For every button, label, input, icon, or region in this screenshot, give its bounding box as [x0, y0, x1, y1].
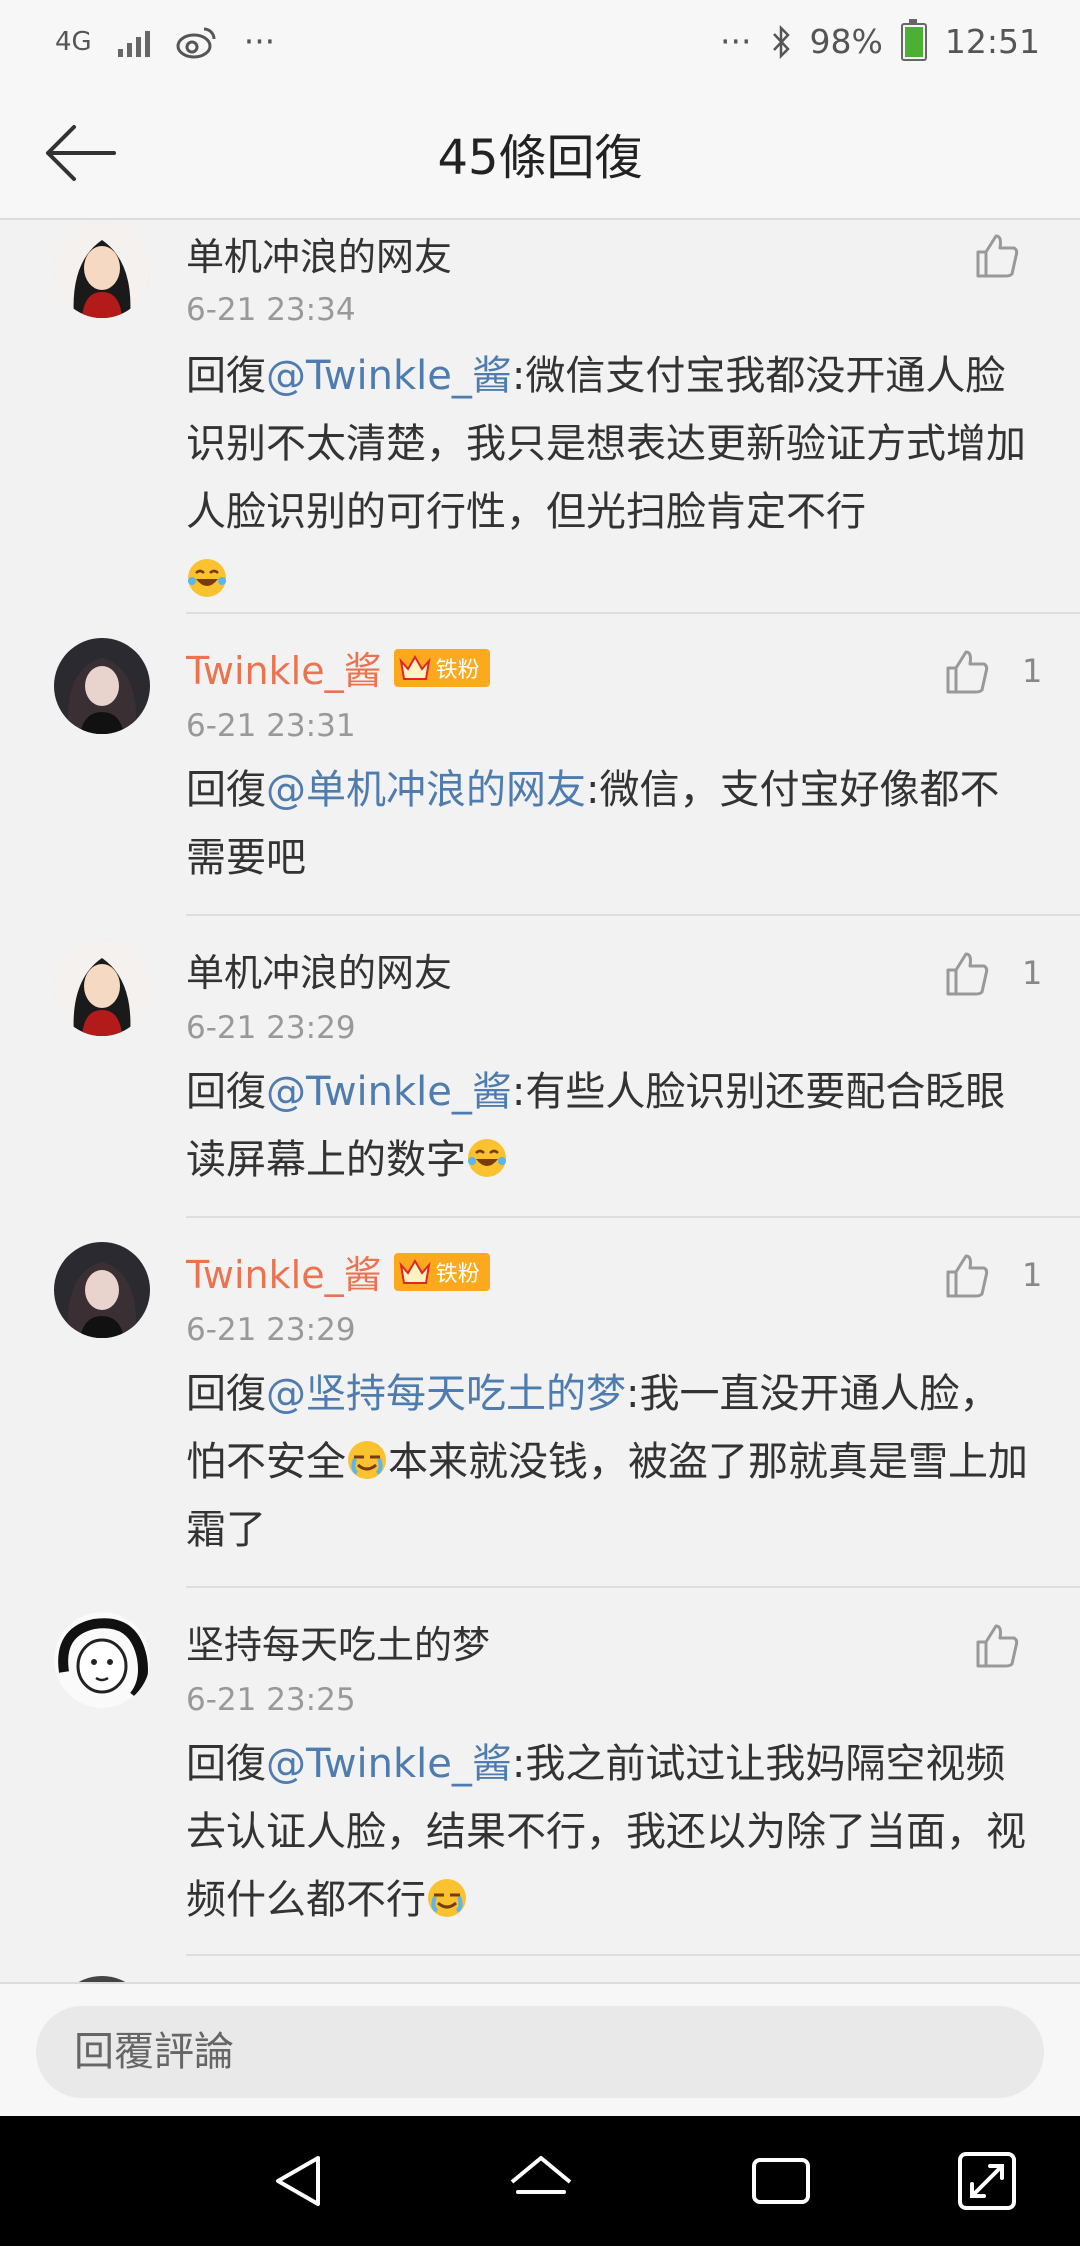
battery-percent: 98% [809, 22, 883, 61]
badge-label: 铁粉 [435, 657, 480, 683]
mention-link[interactable]: @Twinkle_酱 [266, 1741, 512, 1787]
comment-item: 单机冲浪的网友 6-21 23:34 回復@Twinkle_酱:微信支付宝我都没… [0, 220, 1080, 614]
username[interactable]: 单机冲浪的网友 [186, 226, 452, 281]
divider [186, 1954, 1080, 1956]
username[interactable]: Twinkle_酱 铁粉 [186, 1244, 490, 1299]
like-count: 1 [1022, 652, 1043, 690]
comment-time: 6-21 23:25 [186, 1682, 356, 1718]
weibo-icon [176, 27, 216, 58]
avatar[interactable] [54, 1612, 150, 1708]
comment-time: 6-21 23:29 [186, 1312, 356, 1348]
network-type: 4G [55, 26, 92, 57]
battery-icon [900, 18, 927, 61]
like-button[interactable]: 1 [942, 1250, 1042, 1300]
reply-prefix: 回復 [186, 767, 266, 813]
comment-time: 6-21 23:29 [186, 1010, 356, 1046]
crown-icon [399, 654, 431, 680]
username[interactable]: 坚持每天吃土的梦 [186, 1614, 490, 1669]
like-button[interactable]: 1 [942, 948, 1042, 998]
bluetooth-icon [772, 24, 790, 59]
comment-item: Twinkle_酱 铁粉 6-21 23:31 回復@单机冲浪的网友:微信，支付… [0, 616, 1080, 916]
comment-text: 回復@坚持每天吃土的梦:我一直没开通人脸，怕不安全 本来就没钱，被盗了那就真是雪上… [186, 1360, 1036, 1564]
mention-link[interactable]: @Twinkle_酱 [266, 353, 512, 399]
like-button[interactable]: 1 [942, 646, 1042, 696]
like-count: 1 [1022, 954, 1043, 992]
username-text[interactable]: 坚持每天吃土的梦 [186, 1614, 490, 1669]
username-text[interactable]: Twinkle_酱 [186, 1244, 382, 1299]
username-text[interactable]: 单机冲浪的网友 [186, 226, 452, 281]
mention-link[interactable]: @坚持每天吃土的梦 [266, 1371, 626, 1417]
like-icon[interactable] [972, 1620, 1022, 1670]
back-triangle-icon[interactable] [264, 2146, 334, 2216]
comment-text: 回復@Twinkle_酱:有些人脸识别还要配合眨眼读屏幕上的数字 [186, 1058, 1036, 1194]
comment-list[interactable]: 单机冲浪的网友 6-21 23:34 回復@Twinkle_酱:微信支付宝我都没… [0, 220, 1080, 1982]
system-nav-bar [0, 2116, 1080, 2246]
like-icon[interactable] [972, 230, 1022, 280]
more-notifications-icon: ··· [243, 22, 276, 61]
comment-item: 坚持每天吃土的梦 6-21 23:25 回復@Twinkle_酱:我之前试过让我… [0, 1590, 1080, 1956]
reply-input[interactable]: 回覆評論 [36, 2006, 1044, 2098]
comment-time: 6-21 23:31 [186, 708, 356, 744]
username[interactable]: Twinkle_酱 铁粉 [186, 640, 490, 695]
crying-laughing-emoji-icon [428, 1879, 466, 1917]
expand-screen-icon[interactable] [952, 2146, 1022, 2216]
laughing-emoji-icon [468, 1139, 506, 1177]
divider [186, 1586, 1080, 1588]
clock: 12:51 [944, 22, 1040, 61]
avatar[interactable] [54, 1242, 150, 1338]
crying-laughing-emoji-icon [348, 1441, 386, 1479]
fan-badge[interactable]: 铁粉 [393, 1252, 490, 1291]
badge-label: 铁粉 [435, 1261, 480, 1287]
like-icon[interactable] [942, 948, 992, 998]
page-title: 45條回復 [437, 130, 643, 186]
reply-prefix: 回復 [186, 1069, 266, 1115]
laughing-emoji-icon [188, 559, 226, 597]
reply-prefix: 回復 [186, 353, 266, 399]
recents-icon[interactable] [746, 2146, 816, 2216]
more-status-icon: ··· [720, 22, 752, 61]
comment-time: 6-21 23:34 [186, 292, 356, 328]
comment-item: Twinkle_酱 铁粉 6-21 23:29 回復@坚持每天吃土的梦:我一直没… [0, 1220, 1080, 1588]
signal-icon [117, 27, 150, 57]
crown-icon [399, 1258, 431, 1284]
username-text[interactable]: 单机冲浪的网友 [186, 942, 452, 997]
divider [186, 914, 1080, 916]
reply-prefix: 回復 [186, 1371, 266, 1417]
username-text[interactable]: Twinkle_酱 [186, 640, 382, 695]
comment-text: 回復@单机冲浪的网友:微信，支付宝好像都不需要吧 [186, 756, 1036, 892]
status-bar: 4G ··· ··· 98% 12:51 [0, 0, 1080, 90]
mention-link[interactable]: @单机冲浪的网友 [266, 767, 586, 813]
username[interactable]: 单机冲浪的网友 [186, 942, 452, 997]
comment-text: 回復@Twinkle_酱:我之前试过让我妈隔空视频去认证人脸，结果不行，我还以为… [186, 1730, 1036, 1934]
reply-bar: 回覆評論 [0, 1982, 1080, 2118]
divider [186, 1216, 1080, 1218]
like-count: 1 [1022, 1256, 1043, 1294]
reply-prefix: 回復 [186, 1741, 266, 1787]
mention-link[interactable]: @Twinkle_酱 [266, 1069, 512, 1115]
top-bar: 45條回復 [0, 90, 1080, 220]
like-icon[interactable] [942, 1250, 992, 1300]
avatar[interactable] [54, 940, 150, 1036]
divider [186, 612, 1080, 614]
comment-text: 回復@Twinkle_酱:微信支付宝我都没开通人脸识别不太清楚，我只是想表达更新… [186, 342, 1036, 614]
avatar[interactable] [54, 638, 150, 734]
avatar[interactable] [54, 222, 150, 318]
home-icon[interactable] [506, 2146, 576, 2216]
comment-item: 单机冲浪的网友 6-21 23:29 回復@Twinkle_酱:有些人脸识别还要… [0, 918, 1080, 1218]
like-icon[interactable] [942, 646, 992, 696]
fan-badge[interactable]: 铁粉 [393, 648, 490, 687]
